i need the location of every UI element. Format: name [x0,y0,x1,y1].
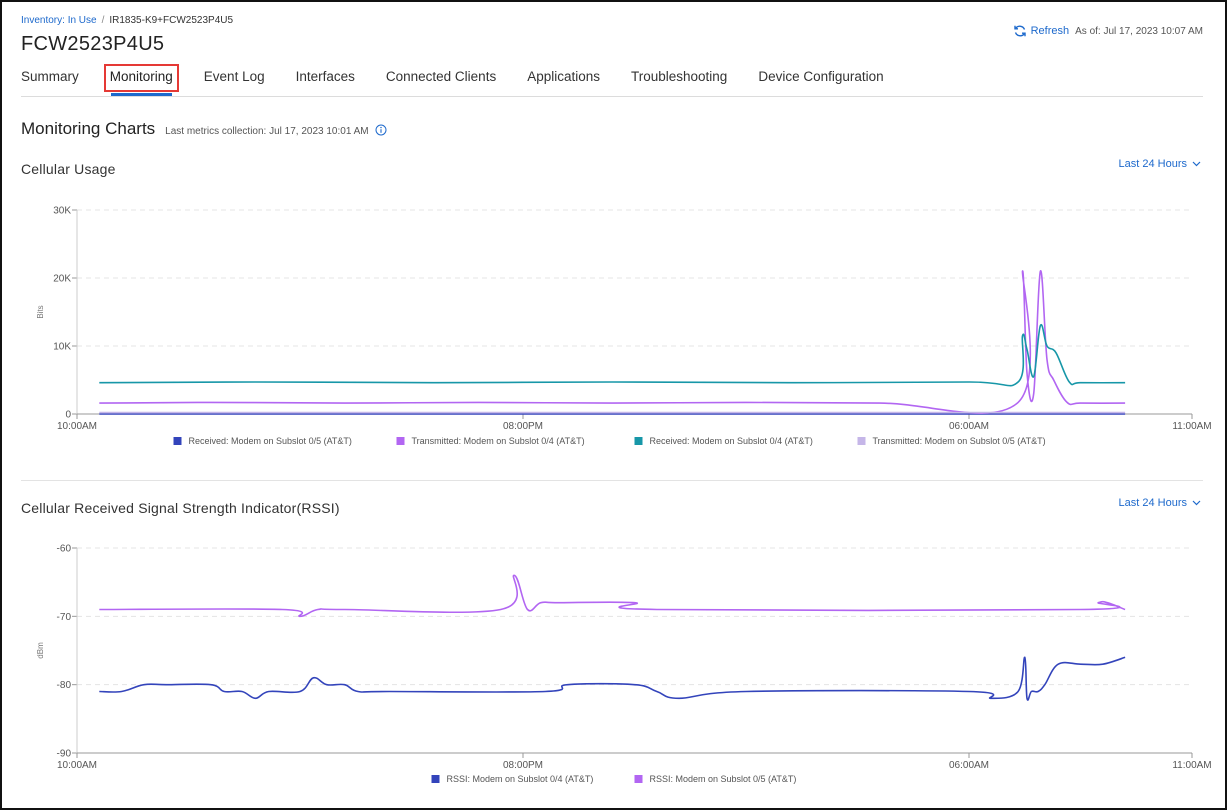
legend-swatch [857,437,866,445]
legend-item-label: Received: Modem on Subslot 0/5 (AT&T) [189,436,352,446]
refresh-area: Refresh As of: Jul 17, 2023 10:07 AM [1013,24,1203,38]
last-collection-text: Last metrics collection: Jul 17, 2023 10… [165,126,369,137]
legend-item-label: Transmitted: Modem on Subslot 0/5 (AT&T) [873,436,1046,446]
range-label: Last 24 Hours [1118,497,1187,509]
tab-label: Troubleshooting [631,69,728,84]
chart-legend: RSSI: Modem on Subslot 0/4 (AT&T) RSSI: M… [431,774,797,784]
series-line-0 [99,656,1126,701]
tab-label: Summary [21,69,79,84]
app-window: Inventory: In Use / IR1835-K9+FCW2523P4U5 … [0,0,1227,810]
y-tick-label: 30K [53,206,71,217]
y-tick-label: 0 [65,410,71,421]
monitoring-title: Monitoring Charts [21,119,156,138]
legend-swatch [634,437,643,445]
chart-legend: Received: Modem on Subslot 0/5 (AT&T) Tra… [173,436,1046,446]
tab-label: Event Log [203,69,265,84]
tab-interfaces[interactable]: Interfaces [296,64,355,96]
legend-item-label: Transmitted: Modem on Subslot 0/4 (AT&T) [412,436,585,446]
tab-device-configuration[interactable]: Device Configuration [758,64,883,96]
y-tick-label: -60 [57,544,72,555]
page-title: FCW2523P4U5 [21,33,165,55]
section-divider [21,480,1203,481]
tab-label: Interfaces [295,69,355,84]
series-line-1 [99,574,1126,618]
highlight-box [103,64,179,92]
breadcrumb: Inventory: In Use / IR1835-K9+FCW2523P4U5 [21,15,233,26]
y-tick-label: -80 [57,680,72,691]
y-tick-label: 20K [53,274,71,285]
breadcrumb-current: IR1835-K9+FCW2523P4U5 [109,15,234,26]
y-tick-label: 10K [53,342,71,353]
breadcrumb-separator: / [101,15,105,26]
x-tick-label: 06:00AM [949,421,989,432]
x-tick-label: 10:00AM [57,760,97,771]
rssi-chart: -90 -80 -70 -60 10:00AM 08:00PM 06:00AM 11:00AM… [36,544,1212,785]
refresh-icon [1013,24,1027,38]
x-tick-label: 06:00AM [949,760,989,771]
chevron-down-icon [1192,500,1201,506]
tab-summary[interactable]: Summary [21,64,79,96]
y-axis-label: dBm [36,642,45,659]
usage-chart: 0 10K 20K 30K 10:00AM 08:00PM 06:00AM 11:00AM Bi… [36,206,1212,447]
legend-item-label: RSSI: Modem on Subslot 0/5 (AT&T) [650,774,797,784]
refresh-label: Refresh [1030,25,1070,37]
legend-item-label: RSSI: Modem on Subslot 0/4 (AT&T) [447,774,594,784]
rssi-range-dropdown[interactable]: Last 24 Hours [1119,497,1201,509]
legend-swatch [634,775,643,783]
rssi-chart-title: Cellular Received Signal Strength Indica… [21,500,340,516]
usage-range-dropdown[interactable]: Last 24 Hours [1119,158,1201,170]
legend-swatch [396,437,405,445]
monitoring-header: Monitoring Charts Last metrics collectio… [21,119,387,139]
info-icon[interactable] [375,124,387,136]
x-tick-label: 11:00AM [1172,760,1211,771]
tab-event-log[interactable]: Event Log [204,64,265,96]
as-of-timestamp: As of: Jul 17, 2023 10:07 AM [1075,25,1203,37]
tab-monitoring[interactable]: Monitoring [103,64,179,96]
series-line-2 [99,323,1126,387]
tab-troubleshooting[interactable]: Troubleshooting [631,64,727,96]
y-tick-label: -70 [57,612,72,623]
tab-label: Connected Clients [385,69,497,84]
y-tick-label: -90 [57,749,72,760]
x-tick-label: 11:00AM [1172,421,1211,432]
range-label: Last 24 Hours [1118,158,1187,170]
active-tab-indicator [110,93,172,96]
legend-item-label: Received: Modem on Subslot 0/4 (AT&T) [650,436,813,446]
series-line-1 [99,270,1126,414]
chevron-down-icon [1192,161,1201,167]
tab-label: Applications [527,69,600,84]
tab-connected-clients[interactable]: Connected Clients [386,64,496,96]
legend-swatch [173,437,182,445]
tab-bar: Summary Monitoring Event Log Interfaces … [21,64,1203,97]
legend-swatch [431,775,440,783]
breadcrumb-link-inventory[interactable]: Inventory: In Use [21,15,97,26]
refresh-button[interactable]: Refresh [1013,24,1070,38]
y-axis-label: Bits [36,305,45,318]
usage-chart-title: Cellular Usage [21,161,116,177]
tab-label: Device Configuration [758,69,884,84]
x-tick-label: 10:00AM [57,421,97,432]
x-tick-label: 08:00PM [503,421,543,432]
tab-applications[interactable]: Applications [527,64,600,96]
x-tick-label: 08:00PM [503,760,543,771]
